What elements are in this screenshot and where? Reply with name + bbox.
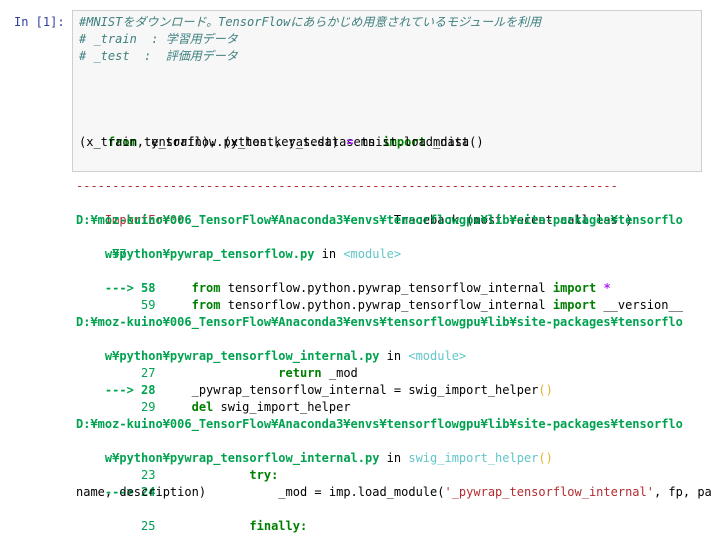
code-comment-line: # _test : 評価用データ	[79, 49, 238, 63]
context-line: 59 from tensorflow.python.pywrap_tensorf…	[104, 298, 683, 312]
error-line: ---> 58 from tensorflow.python.pywrap_te…	[104, 281, 611, 295]
context-line: 25 finally:	[104, 519, 308, 533]
separator-line: ----------------------------------------…	[76, 179, 618, 193]
context-line: 23 try:	[104, 468, 279, 482]
context-line: 29 del swig_import_helper	[104, 400, 351, 414]
traceback-path-cont: w¥python¥pywrap_tensorflow.py in <module…	[104, 247, 402, 261]
code-comment-line: #MNISTをダウンロード。TensorFlowにあらかじめ用意されているモジュ…	[79, 15, 542, 29]
cell-prompt: In [1]:	[14, 15, 65, 29]
traceback-path: D:¥moz-kuino¥006_TensorFlow¥Anaconda3¥en…	[76, 213, 683, 227]
error-line: ---> 24 _mod = imp.load_module('_pywrap_…	[104, 485, 711, 499]
traceback-path: D:¥moz-kuino¥006_TensorFlow¥Anaconda3¥en…	[76, 315, 683, 329]
error-header: ImportError Traceback (most recent call …	[76, 195, 632, 227]
context-line: 27 return _mod	[104, 366, 358, 380]
error-line-cont: name, description)	[76, 485, 207, 499]
traceback-path: D:¥moz-kuino¥006_TensorFlow¥Anaconda3¥en…	[76, 417, 683, 431]
code-cell-input[interactable]: #MNISTをダウンロード。TensorFlowにあらかじめ用意されているモジュ…	[72, 10, 702, 172]
code-load-line: (x_train, y_train), (x_test, y_test) = m…	[79, 135, 484, 149]
code-import-line: from tensorflow.python.keras.datasets im…	[107, 135, 470, 149]
code-comment-line: # _train : 学習用データ	[79, 32, 238, 46]
traceback-path-cont: w¥python¥pywrap_tensorflow_internal.py i…	[104, 451, 553, 465]
error-line: ---> 28 _pywrap_tensorflow_internal = sw…	[104, 383, 553, 397]
traceback-path-cont: w¥python¥pywrap_tensorflow_internal.py i…	[104, 349, 467, 363]
line-number: 57	[76, 247, 127, 261]
